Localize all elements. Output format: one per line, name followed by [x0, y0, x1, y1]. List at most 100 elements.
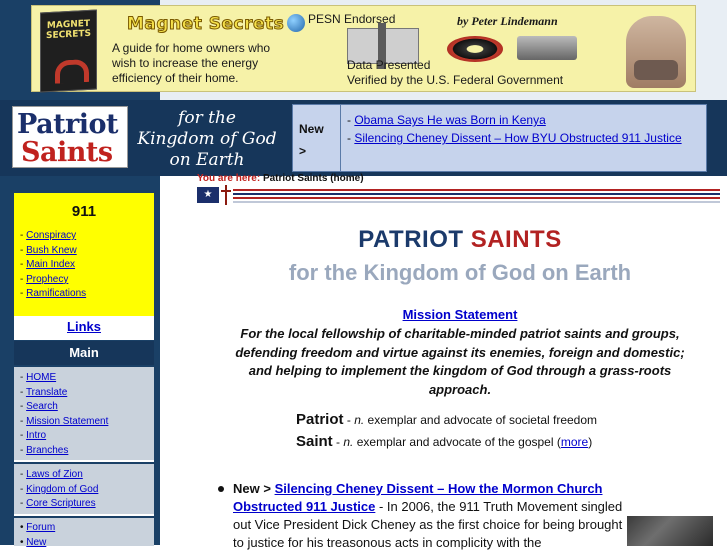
definition-text: exemplar and advocate of the gospel: [356, 435, 554, 449]
story-photo: [627, 516, 713, 546]
news-arrow: >: [299, 144, 307, 158]
story-new-label: New >: [233, 481, 271, 496]
definition-word: Patriot: [296, 411, 344, 428]
page-subtitle: for the Kingdom of God on Earth: [288, 260, 632, 285]
magnet-icon: [55, 58, 89, 84]
tagline-line2: Kingdom of God: [137, 129, 277, 149]
sidebar-item-ramifications[interactable]: Ramifications: [26, 288, 86, 299]
sidebar-item-forum[interactable]: Forum: [26, 522, 55, 533]
sidebar-main-list: - HOME - Translate - Search - Mission St…: [14, 371, 154, 459]
breadcrumb: You are here: Patriot Saints (home): [197, 173, 364, 184]
sidebar-item-core-scriptures[interactable]: Core Scriptures: [26, 498, 95, 509]
magnet-secrets-banner-ad[interactable]: MAGNET SECRETS Magnet Secrets A guide fo…: [31, 5, 696, 93]
news-label: New >: [293, 105, 341, 171]
sidebar-item-prophecy[interactable]: Prophecy: [26, 274, 68, 285]
stripe-red: [233, 189, 720, 191]
sidebar-item-conspiracy[interactable]: Conspiracy: [26, 230, 76, 241]
ring-magnet-image: [447, 36, 503, 62]
sidebar-main-header: Main: [14, 341, 154, 365]
ad-data-line2: Verified by the U.S. Federal Government: [347, 73, 564, 87]
book-cover-image: MAGNET SECRETS: [40, 9, 97, 93]
sidebar-item-branches[interactable]: Branches: [26, 445, 68, 456]
stripe-grey: [233, 201, 720, 203]
sidebar-zion-list: - Laws of Zion - Kingdom of God - Core S…: [14, 468, 154, 512]
star-icon: ★: [197, 187, 219, 203]
breadcrumb-label: You are here:: [197, 173, 261, 184]
page-title-a: PATRIOT: [358, 226, 464, 253]
list-item: - HOME: [20, 372, 57, 383]
sidebar-911-box: 911 - Conspiracy - Bush Knew - Main Inde…: [14, 193, 154, 316]
sidebar-item-main-index[interactable]: Main Index: [26, 259, 75, 270]
list-item: - Conspiracy: [20, 230, 77, 241]
page-title-b: SAINTS: [470, 226, 562, 253]
sidebar-item-mission-statement[interactable]: Mission Statement: [26, 416, 108, 427]
list-item: - Main Index: [20, 259, 76, 271]
sidebar-911-title: 911: [71, 203, 97, 220]
sidebar-item-bush-knew[interactable]: Bush Knew: [26, 245, 77, 256]
list-item: - Laws of Zion: [20, 469, 83, 480]
sidebar-911-list: - Conspiracy - Bush Knew - Main Index - …: [14, 220, 154, 302]
list-item: - Ramifications: [20, 288, 87, 300]
author-photo: [626, 16, 686, 88]
mission-statement-link[interactable]: Mission Statement: [403, 307, 518, 322]
sidebar-item-kingdom-of-god[interactable]: Kingdom of God: [26, 484, 98, 495]
stripe-red: [233, 197, 720, 199]
sidebar-item-search[interactable]: Search: [26, 401, 58, 412]
globe-icon: [287, 14, 305, 32]
sidebar-forum-panel: • Forum • New: [14, 518, 154, 548]
news-story: New > Silencing Cheney Dissent – How the…: [233, 480, 623, 552]
mission-heading: Mission Statement: [200, 307, 720, 322]
cross-icon: [221, 185, 231, 205]
list-item: - Intro: [20, 430, 47, 442]
ad-byline: by Peter Lindemann: [457, 14, 558, 28]
news-box: New > - Obama Says He was Born in Kenya …: [292, 104, 707, 172]
list-item: - Bush Knew: [20, 244, 77, 256]
news-list: - Obama Says He was Born in Kenya - Sile…: [347, 111, 697, 147]
cylinder-magnet-image: [517, 36, 577, 60]
news-link-cheney[interactable]: Silencing Cheney Dissent – How BYU Obstr…: [354, 131, 681, 145]
mission-text: For the local fellowship of charitable-m…: [235, 326, 685, 397]
tagline-line1: for the: [178, 108, 236, 128]
news-item: - Silencing Cheney Dissent – How BYU Obs…: [347, 129, 697, 147]
definition-saint: Saint - n. exemplar and advocate of the …: [296, 433, 593, 450]
bullet-icon: [218, 482, 226, 492]
definition-word: Saint: [296, 433, 333, 450]
sidebar-links-link[interactable]: Links: [67, 319, 101, 334]
sidebar-links-box: Links: [14, 316, 154, 340]
more-link[interactable]: more: [561, 435, 588, 449]
list-item: - Mission Statement: [20, 415, 109, 427]
list-item: - Translate: [20, 386, 68, 398]
list-item: - Core Scriptures: [20, 498, 96, 510]
ad-logo: Magnet Secrets: [126, 14, 285, 35]
ad-data-line1: Data Presented: [347, 58, 431, 72]
tagline-line3: on Earth: [169, 150, 245, 170]
site-logo[interactable]: Patriot Saints: [12, 106, 128, 168]
list-item: - Prophecy: [20, 273, 69, 285]
definition-text: exemplar and advocate of societal freedo…: [367, 413, 598, 427]
book-title: MAGNET SECRETS: [46, 18, 91, 42]
sidebar-item-home[interactable]: HOME: [26, 372, 56, 383]
stripe-blue: [233, 193, 720, 195]
list-item: • New: [20, 536, 47, 548]
sidebar-main-panel: - HOME - Translate - Search - Mission St…: [14, 367, 154, 462]
list-item: • Forum: [20, 522, 56, 533]
header-bar: Patriot Saints for the Kingdom of God on…: [0, 100, 727, 176]
breadcrumb-current: Patriot Saints (home): [262, 173, 364, 184]
list-item: - Kingdom of God: [20, 483, 99, 495]
page-title: PATRIOT SAINTS: [200, 226, 720, 254]
ad-pitch: A guide for home owners who wish to incr…: [112, 41, 271, 85]
sidebar-zion-panel: - Laws of Zion - Kingdom of God - Core S…: [14, 464, 154, 516]
news-label-text: New: [299, 122, 324, 136]
sidebar-item-laws-of-zion[interactable]: Laws of Zion: [26, 469, 83, 480]
logo-line1: Patriot: [17, 109, 119, 140]
flag-divider: ★: [197, 185, 720, 205]
news-link-obama[interactable]: Obama Says He was Born in Kenya: [354, 113, 545, 127]
definition-patriot: Patriot - n. exemplar and advocate of so…: [296, 411, 598, 428]
ad-data-text: Data Presented Verified by the U.S. Fede…: [347, 58, 563, 88]
sidebar-item-intro[interactable]: Intro: [26, 430, 46, 441]
logo-line2: Saints: [21, 137, 113, 168]
sidebar-item-translate[interactable]: Translate: [26, 387, 67, 398]
sidebar-item-new[interactable]: New: [26, 537, 46, 548]
header-tagline: for the Kingdom of God on Earth: [132, 108, 282, 171]
list-item: - Search: [20, 401, 58, 413]
